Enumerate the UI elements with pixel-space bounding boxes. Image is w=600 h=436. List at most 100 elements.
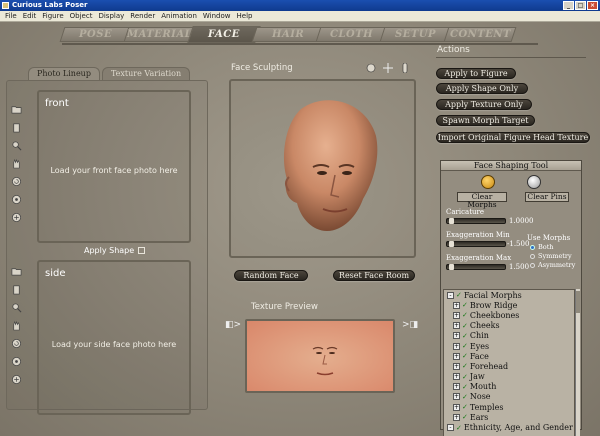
tree-row-brow-ridge[interactable]: + ✓ Brow Ridge: [444, 300, 574, 310]
apply-shape-only-button[interactable]: Apply Shape Only: [436, 83, 528, 94]
tab-content[interactable]: CONTENT: [443, 27, 517, 42]
check-icon[interactable]: ✓: [462, 332, 468, 340]
hand-icon[interactable]: [10, 319, 22, 332]
texture-prev-arrow[interactable]: ◧>: [225, 320, 241, 330]
check-icon[interactable]: ✓: [456, 424, 462, 432]
caricature-value[interactable]: 1.0000: [509, 217, 534, 225]
pin-icon[interactable]: [10, 355, 22, 368]
hand-icon[interactable]: [10, 157, 22, 170]
menu-render[interactable]: Render: [127, 11, 158, 21]
magnify-icon[interactable]: [10, 301, 22, 314]
menu-display[interactable]: Display: [95, 11, 127, 21]
facial-morphs-tree: - ✓ Facial Morphs + ✓ Brow Ridge + ✓ Cheekbone…: [443, 289, 575, 436]
check-icon[interactable]: ✓: [462, 403, 468, 411]
check-icon[interactable]: ✓: [462, 373, 468, 381]
check-icon[interactable]: ✓: [462, 311, 468, 319]
menu-help[interactable]: Help: [234, 11, 256, 21]
tree-row-ethnicity-age-gender[interactable]: - ✓ Ethnicity, Age, and Gender: [444, 422, 574, 432]
import-head-texture-button[interactable]: Import Original Figure Head Texture: [436, 132, 590, 143]
radio-asymmetry[interactable]: Asymmetry: [530, 261, 575, 269]
check-icon[interactable]: ✓: [462, 393, 468, 401]
sphere-icon[interactable]: [366, 63, 376, 73]
check-icon[interactable]: ✓: [462, 413, 468, 421]
poser-app-icon: [2, 2, 9, 9]
photo-panel-tabs: Photo Lineup Texture Variation: [28, 67, 192, 80]
minimize-button[interactable]: _: [563, 1, 574, 10]
exaggeration-min-slider[interactable]: [446, 241, 506, 247]
tab-photo-lineup[interactable]: Photo Lineup: [28, 67, 100, 80]
head-model[interactable]: [231, 81, 416, 258]
pin-icon[interactable]: [10, 193, 22, 206]
tree-row-temples[interactable]: + ✓ Temples: [444, 402, 574, 412]
side-photo-box[interactable]: side Load your side face photo here: [37, 260, 191, 415]
tab-hair[interactable]: HAIR: [251, 27, 325, 42]
tab-setup[interactable]: SETUP: [379, 27, 453, 42]
reset-face-room-button[interactable]: Reset Face Room: [333, 270, 415, 281]
radio-symmetry[interactable]: Symmetry: [530, 252, 575, 260]
menu-animation[interactable]: Animation: [158, 11, 200, 21]
tree-scrollbar[interactable]: [575, 289, 580, 436]
tab-face[interactable]: FACE: [187, 26, 261, 43]
menu-file[interactable]: File: [2, 11, 20, 21]
menu-edit[interactable]: Edit: [20, 11, 40, 21]
zoom-icon[interactable]: [400, 63, 410, 73]
tree-row-nose[interactable]: + ✓ Nose: [444, 392, 574, 402]
tree-row-facial-morphs[interactable]: - ✓ Facial Morphs: [444, 290, 574, 300]
magnify-icon[interactable]: [10, 139, 22, 152]
face-shaping-tool-title: Face Shaping Tool: [441, 161, 581, 171]
rotate-icon[interactable]: [10, 337, 22, 350]
check-icon[interactable]: ✓: [462, 322, 468, 330]
tree-row-jaw[interactable]: + ✓ Jaw: [444, 372, 574, 382]
move-icon[interactable]: [383, 63, 393, 73]
spawn-morph-target-button[interactable]: Spawn Morph Target: [436, 115, 535, 126]
reset-icon[interactable]: [10, 373, 22, 386]
tree-row-mouth[interactable]: + ✓ Mouth: [444, 382, 574, 392]
tree-row-forehead[interactable]: + ✓ Forehead: [444, 361, 574, 371]
folder-icon[interactable]: [10, 103, 22, 116]
trash-icon[interactable]: [10, 121, 22, 134]
caricature-slider[interactable]: [446, 218, 506, 224]
trash-icon[interactable]: [10, 283, 22, 296]
tree-row-cheeks[interactable]: + ✓ Cheeks: [444, 321, 574, 331]
front-photo-box[interactable]: front Load your front face photo here: [37, 90, 191, 243]
check-icon[interactable]: ✓: [462, 342, 468, 350]
tree-row-chin[interactable]: + ✓ Chin: [444, 331, 574, 341]
clear-morphs-button[interactable]: Clear Morphs: [457, 192, 507, 209]
radio-both[interactable]: Both: [530, 243, 575, 251]
face-sculpting-viewport[interactable]: [229, 79, 416, 258]
tab-cloth[interactable]: CLOTH: [315, 27, 389, 42]
camera-controls: [366, 63, 410, 73]
check-icon[interactable]: ✓: [462, 352, 468, 360]
tab-material[interactable]: MATERIAL: [123, 27, 197, 42]
apply-to-figure-button[interactable]: Apply to Figure: [436, 68, 516, 79]
tree-row-eyes[interactable]: + ✓ Eyes: [444, 341, 574, 351]
tree-row-face[interactable]: + ✓ Face: [444, 351, 574, 361]
apply-texture-only-button[interactable]: Apply Texture Only: [436, 99, 532, 110]
check-icon[interactable]: ✓: [462, 383, 468, 391]
morph-brush-icon[interactable]: [481, 175, 495, 189]
maximize-button[interactable]: □: [575, 1, 586, 10]
tab-pose[interactable]: POSE: [59, 27, 133, 42]
pin-tool-icon[interactable]: [527, 175, 541, 189]
reset-icon[interactable]: [10, 211, 22, 224]
close-button[interactable]: ×: [587, 1, 598, 10]
face-shaping-tool-panel: Face Shaping Tool Clear Morphs Clear Pin…: [440, 160, 582, 436]
exaggeration-max-slider[interactable]: [446, 264, 506, 270]
texture-next-arrow[interactable]: >◨: [402, 320, 418, 330]
tree-scroll-thumb[interactable]: [576, 291, 580, 313]
rotate-icon[interactable]: [10, 175, 22, 188]
apply-shape-checkbox[interactable]: [138, 247, 146, 254]
face-sculpting-label: Face Sculpting: [231, 63, 293, 73]
menu-object[interactable]: Object: [67, 11, 96, 21]
check-icon[interactable]: ✓: [462, 301, 468, 309]
clear-pins-button[interactable]: Clear Pins: [525, 192, 569, 202]
menu-figure[interactable]: Figure: [39, 11, 66, 21]
tree-row-cheekbones[interactable]: + ✓ Cheekbones: [444, 310, 574, 320]
tree-row-ears[interactable]: + ✓ Ears: [444, 412, 574, 422]
random-face-button[interactable]: Random Face: [234, 270, 308, 281]
check-icon[interactable]: ✓: [456, 291, 462, 299]
check-icon[interactable]: ✓: [462, 362, 468, 370]
tab-texture-variation[interactable]: Texture Variation: [101, 67, 191, 80]
menu-window[interactable]: Window: [200, 11, 234, 21]
folder-icon[interactable]: [10, 265, 22, 278]
